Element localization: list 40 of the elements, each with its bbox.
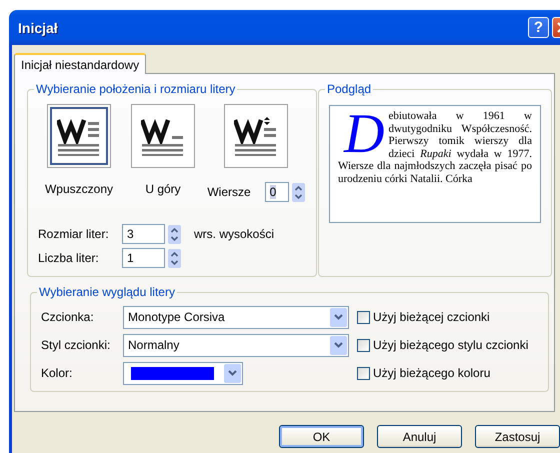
unit-label: wrs. wysokości [194, 227, 274, 241]
number-field[interactable]: 3 [122, 224, 165, 244]
dialog-button[interactable]: Anuluj [377, 425, 462, 448]
number-field[interactable]: 1 [122, 248, 165, 268]
checkbox[interactable] [357, 310, 370, 324]
group-title: Podgląd [326, 82, 372, 96]
group-title: Wybieranie wyglądu litery [38, 285, 176, 299]
checkbox-label[interactable]: Użyj bieżącego koloru [373, 366, 490, 380]
spin-button[interactable] [292, 182, 305, 202]
caret-icon [334, 342, 343, 348]
option-label[interactable]: U góry [145, 182, 181, 196]
dropdown[interactable]: Monotype Corsiva [123, 306, 349, 328]
field-label: Kolor: [41, 366, 74, 380]
position-option[interactable] [131, 104, 195, 168]
spin-button[interactable] [168, 224, 181, 244]
field-label: Liczba liter: [38, 251, 100, 265]
option-label[interactable]: Wiersze [207, 185, 251, 199]
line-height-letter-icon [234, 116, 278, 156]
option-label[interactable]: Wpuszczony [44, 182, 114, 196]
caret-icon [228, 370, 237, 376]
help-button[interactable]: ? [528, 17, 549, 38]
checkbox[interactable] [357, 366, 370, 380]
field-label: Rozmiar liter: [38, 227, 110, 241]
dialog-button[interactable]: Zastosuj [475, 425, 560, 448]
checkbox-label[interactable]: Użyj bieżącej czcionki [373, 310, 490, 324]
checkbox[interactable] [357, 338, 370, 352]
position-option[interactable] [224, 104, 288, 168]
spin-button[interactable] [168, 248, 181, 268]
dropdown[interactable]: Normalny [123, 334, 349, 356]
checkbox-label[interactable]: Użyj bieżącego stylu czcionki [373, 338, 528, 352]
tab[interactable]: Inicjał niestandardowy [14, 53, 146, 74]
number-field[interactable]: 0 [264, 182, 289, 202]
dialog-button[interactable]: OK [279, 425, 364, 448]
window-title: Inicjał [18, 20, 59, 36]
caret-icon [334, 314, 343, 320]
group-title: Wybieranie położenia i rozmiaru litery [35, 82, 236, 96]
field-label: Czcionka: [41, 310, 95, 324]
position-option[interactable] [47, 104, 111, 168]
field-label: Styl czcionki: [41, 338, 112, 352]
color-dropdown[interactable] [123, 362, 243, 384]
